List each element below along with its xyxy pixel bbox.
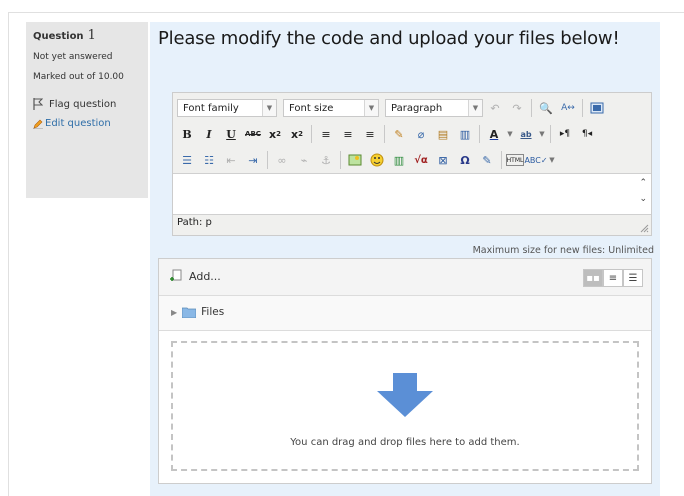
text-color-icon[interactable]: A [484,124,504,144]
bold-icon[interactable]: B [177,124,197,144]
add-file-icon [170,269,182,281]
anchor-icon[interactable]: ⚓ [316,150,336,170]
font-family-select[interactable]: Font family ▼ [177,99,277,117]
resize-handle-icon[interactable] [639,223,649,233]
redo-icon[interactable]: ↷ [507,98,527,118]
add-file-label: Add... [189,269,221,283]
rich-text-editor: Font family ▼ Font size ▼ Paragraph ▼ ↶ ↷ 🔍… [172,92,652,236]
expand-arrow-icon: ▶ [171,307,178,317]
view-icons-icon[interactable]: ▪▪ [583,269,603,287]
replace-icon[interactable]: A↔ [558,98,578,118]
drop-zone-text: You can drag and drop files here to add … [290,437,520,448]
toolbar-separator [384,125,385,143]
question-text: Please modify the code and upload your f… [158,28,620,49]
question-grade: Marked out of 10.00 [33,72,124,82]
rtl-icon[interactable]: ¶◂ [577,124,597,144]
toolbar-separator [311,125,312,143]
format-select[interactable]: Paragraph ▼ [385,99,483,117]
scroll-down-icon[interactable]: ⌄ [639,194,647,204]
question-state: Not yet answered [33,52,113,62]
editor-path: Path: p [177,217,212,228]
chevron-down-icon[interactable]: ▼ [538,124,546,144]
italic-icon[interactable]: I [199,124,219,144]
moodle-media-icon[interactable]: ⊠ [433,150,453,170]
file-manager-path: ▶ Files [159,296,651,331]
numbered-list-icon[interactable]: ☷ [199,150,219,170]
toolbar-separator [501,151,502,169]
arrow-down-icon [377,373,433,417]
editor-content-area[interactable]: ⌃ ⌄ [173,173,651,215]
editor-toolbar-row-2: B I U ABC x2 x2 ≡ ≡ ≡ ✎ ⌀ ▤ ▥ A ▼ ab ▼ ▸… [177,122,597,146]
question-number: Question 1 [33,28,96,43]
toolbar-separator [531,99,532,117]
font-size-select[interactable]: Font size ▼ [283,99,379,117]
font-family-value: Font family [183,102,239,114]
clear-icon[interactable]: ⌀ [411,124,431,144]
file-manager-toolbar: Add... ▪▪ ≡ ☰ [159,259,651,296]
chevron-down-icon: ▼ [468,100,482,116]
files-folder-link[interactable]: ▶ Files [171,306,224,318]
unlink-icon[interactable]: ⌁ [294,150,314,170]
question-info-panel [26,22,148,198]
equation-icon[interactable]: √α [411,150,431,170]
outdent-icon[interactable]: ⇤ [221,150,241,170]
folder-label: Files [201,306,225,318]
image-icon[interactable] [345,150,365,170]
editor-toolbar-row-1: Font family ▼ Font size ▼ Paragraph ▼ ↶ ↷ 🔍… [177,96,607,120]
subscript-icon[interactable]: x2 [265,124,285,144]
emoticon-icon[interactable] [367,150,387,170]
clean-icon[interactable]: ✎ [389,124,409,144]
indent-icon[interactable]: ⇥ [243,150,263,170]
toolbar-separator [550,125,551,143]
scroll-up-icon[interactable]: ⌃ [639,178,647,188]
media-icon[interactable]: ▥ [389,150,409,170]
align-left-icon[interactable]: ≡ [316,124,336,144]
view-tree-icon[interactable]: ☰ [623,269,643,287]
chevron-down-icon: ▼ [364,100,378,116]
nonbreaking-icon[interactable]: ✎ [477,150,497,170]
add-file-button[interactable]: Add... [169,269,221,283]
superscript-icon[interactable]: x2 [287,124,307,144]
find-icon[interactable]: 🔍 [536,98,556,118]
toolbar-separator [340,151,341,169]
drop-zone[interactable]: You can drag and drop files here to add … [171,341,639,471]
underline-icon[interactable]: U [221,124,241,144]
link-icon[interactable]: ∞ [272,150,292,170]
align-center-icon[interactable]: ≡ [338,124,358,144]
pencil-icon [33,119,43,129]
bullet-list-icon[interactable]: ☰ [177,150,197,170]
paste-text-icon[interactable]: ▤ [433,124,453,144]
chevron-down-icon[interactable]: ▼ [548,150,556,170]
toolbar-separator [479,125,480,143]
edit-question-label: Edit question [45,118,111,129]
toolbar-separator [267,151,268,169]
font-size-value: Font size [289,102,334,114]
format-value: Paragraph [391,102,443,114]
flag-question-label: Flag question [49,98,117,110]
editor-toolbar-row-3: ☰ ☷ ⇤ ⇥ ∞ ⌁ ⚓ ▥ √α ⊠ Ω ✎ HTML ABC✓ ▼ [177,148,556,172]
ltr-icon[interactable]: ▸¶ [555,124,575,144]
view-list-icon[interactable]: ≡ [603,269,623,287]
toolbar-separator [582,99,583,117]
flag-icon [33,98,43,110]
max-file-size: Maximum size for new files: Unlimited [472,245,654,256]
undo-icon[interactable]: ↶ [485,98,505,118]
html-icon[interactable]: HTML [506,154,524,166]
view-switcher: ▪▪ ≡ ☰ [583,269,643,287]
edit-question-link[interactable]: Edit question [33,118,111,129]
paste-word-icon[interactable]: ▥ [455,124,475,144]
chevron-down-icon: ▼ [262,100,276,116]
align-right-icon[interactable]: ≡ [360,124,380,144]
strikethrough-icon[interactable]: ABC [243,124,263,144]
folder-icon [182,307,197,318]
file-manager: Add... ▪▪ ≡ ☰ ▶ Files You can drag and d… [158,258,652,484]
fullscreen-icon[interactable] [587,98,607,118]
chevron-down-icon[interactable]: ▼ [506,124,514,144]
spellcheck-icon[interactable]: ABC✓ [524,150,547,170]
special-char-icon[interactable]: Ω [455,150,475,170]
flag-question-link[interactable]: Flag question [33,98,116,110]
highlight-icon[interactable]: ab [516,124,536,144]
